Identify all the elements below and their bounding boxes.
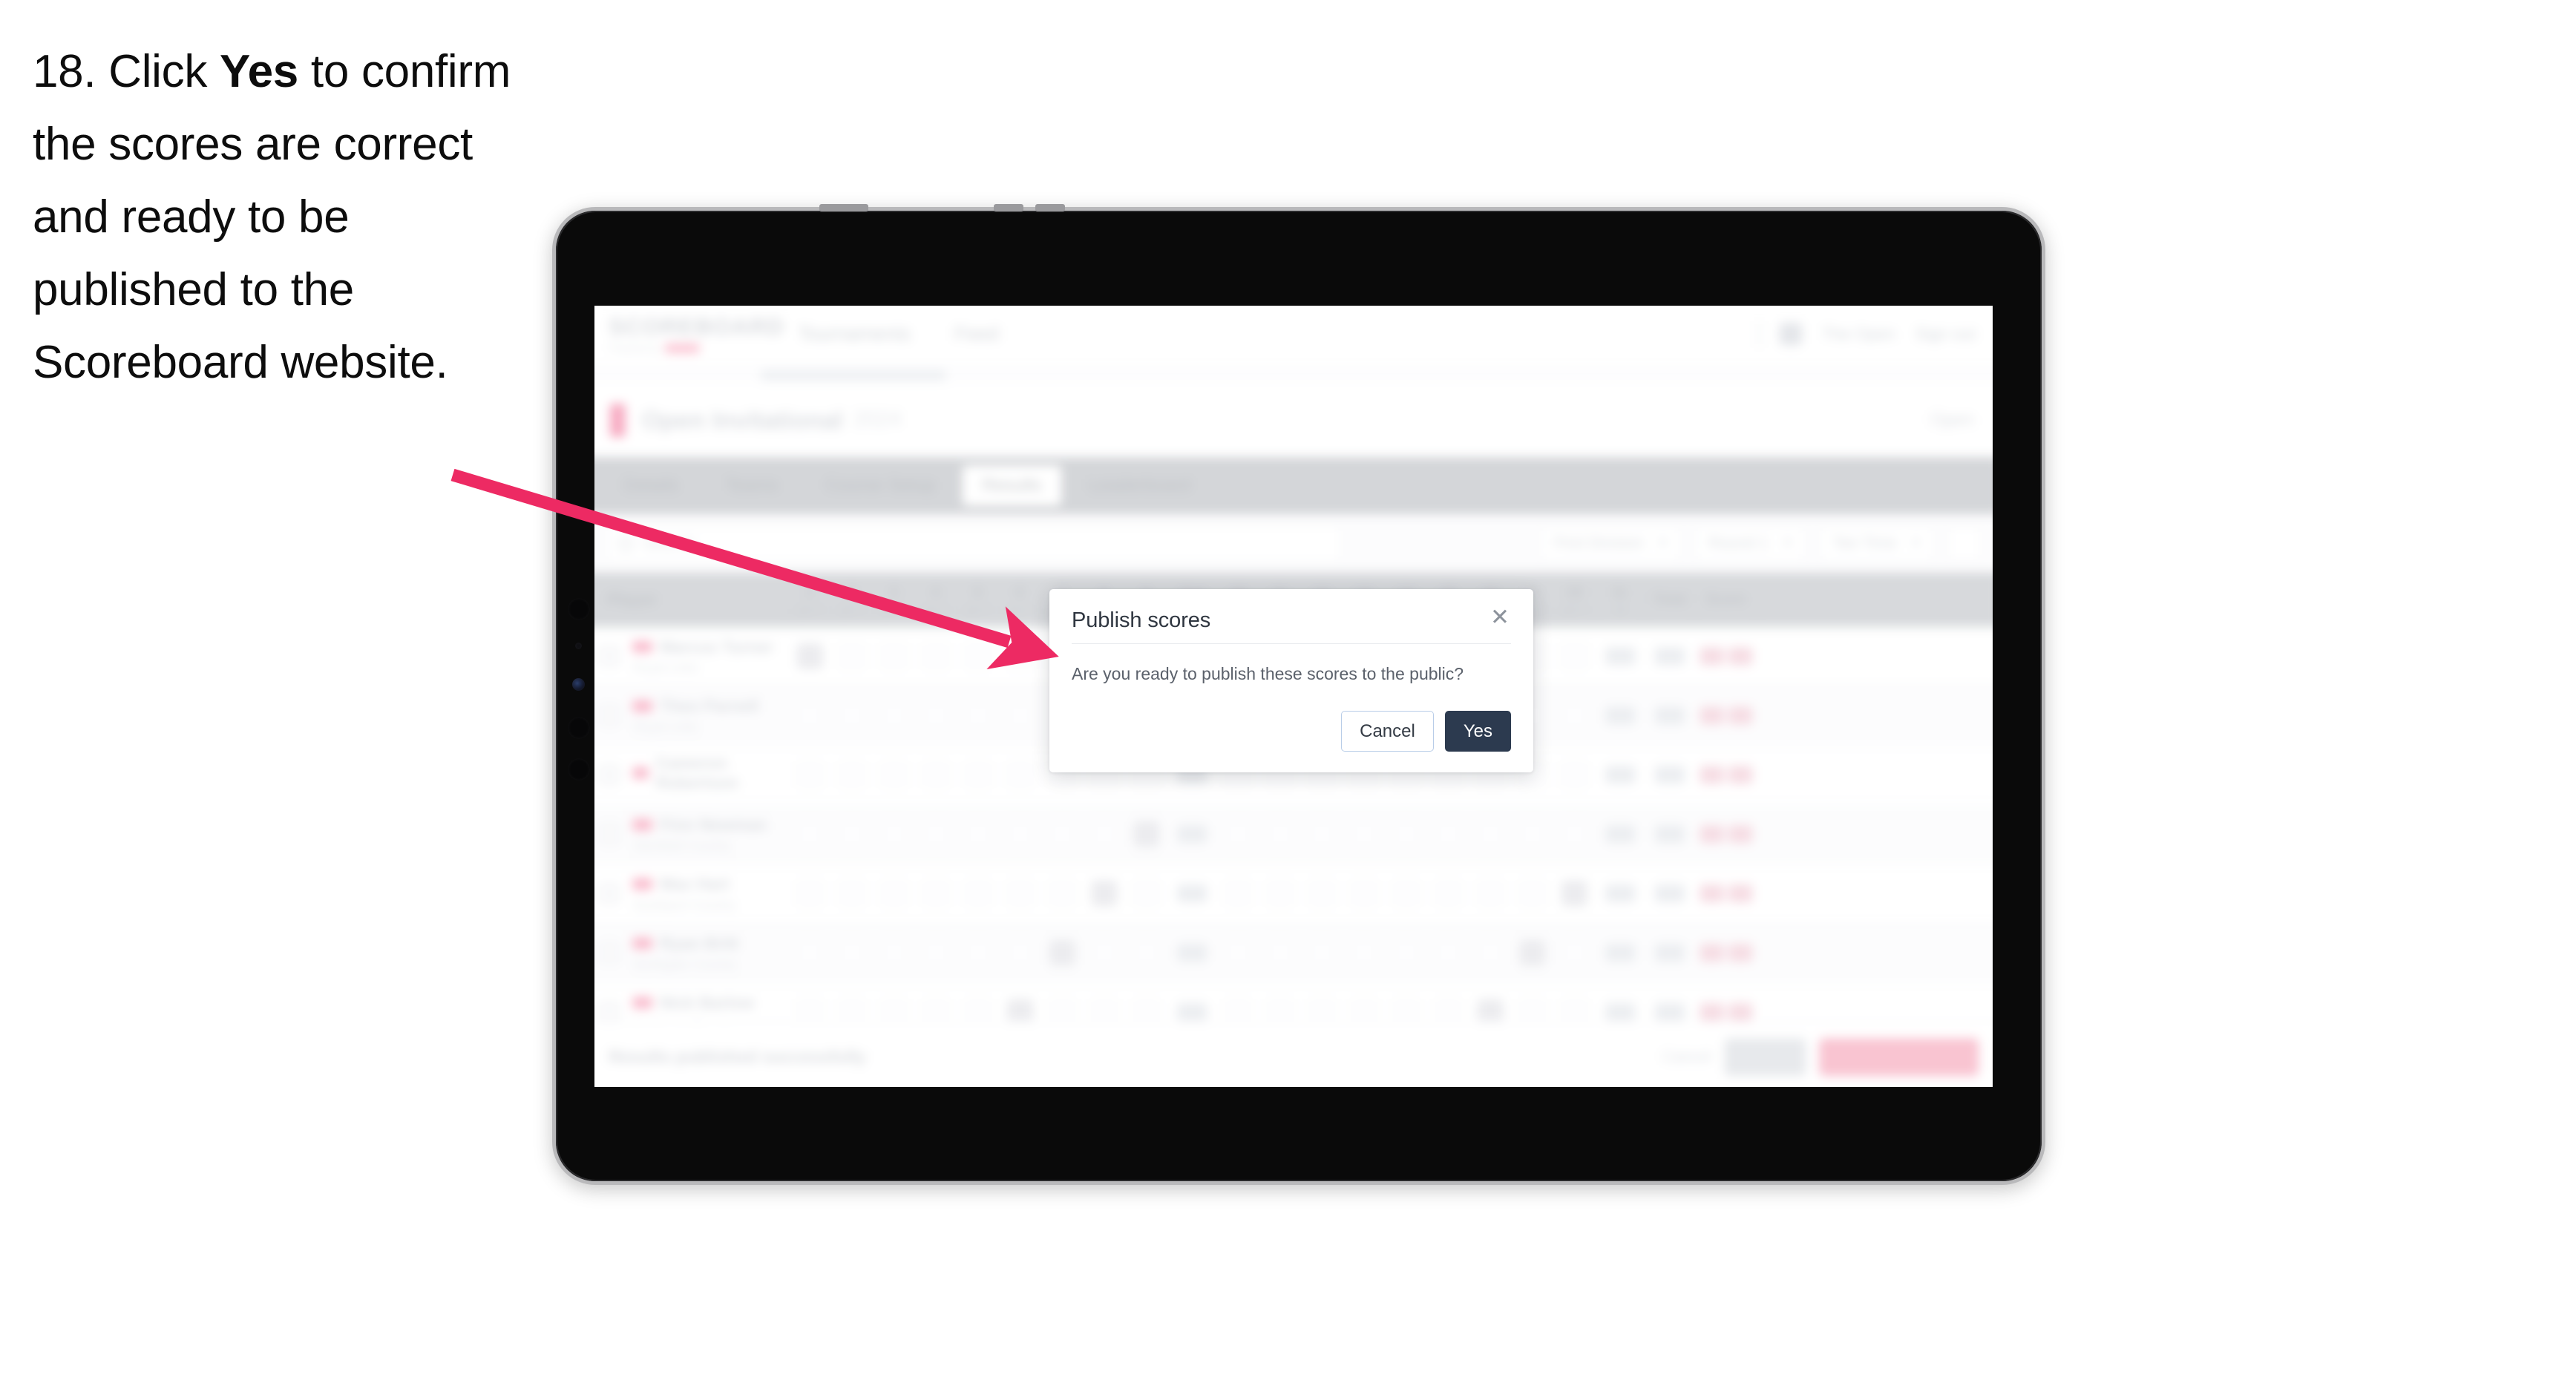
camera-lens-icon <box>568 717 590 739</box>
camera-lens-icon <box>568 758 590 781</box>
instruction-bold-word: Yes <box>219 46 298 97</box>
instruction-text-before: Click <box>96 46 220 97</box>
dialog-title: Publish scores <box>1072 608 1211 632</box>
cancel-button[interactable]: Cancel <box>1341 711 1434 752</box>
dialog-header: Publish scores ✕ <box>1072 605 1511 644</box>
sensor-icon <box>572 678 585 691</box>
camera-lens-icon <box>568 598 590 620</box>
yes-button[interactable]: Yes <box>1444 711 1511 752</box>
power-button[interactable] <box>819 204 868 211</box>
dialog-message: Are you ready to publish these scores to… <box>1072 664 1464 683</box>
volume-down-button[interactable] <box>1035 204 1065 211</box>
publish-scores-dialog: Publish scores ✕ Are you ready to publis… <box>1049 589 1533 773</box>
microphone-icon <box>575 643 582 649</box>
instruction-step-number: 18. <box>33 46 96 97</box>
tablet-screen: SCOREBOARD Powered by Tournaments Feed T… <box>594 306 1993 1087</box>
camera-cluster <box>566 598 591 806</box>
instruction-text: 18. Click Yes to confirm the scores are … <box>33 36 552 399</box>
instruction-text-after: to confirm the scores are correct and re… <box>33 46 511 388</box>
tablet-device: SCOREBOARD Powered by Tournaments Feed T… <box>552 204 2045 1185</box>
volume-up-button[interactable] <box>994 204 1023 211</box>
close-icon[interactable]: ✕ <box>1489 605 1511 628</box>
dialog-actions: Cancel Yes <box>1072 711 1511 752</box>
